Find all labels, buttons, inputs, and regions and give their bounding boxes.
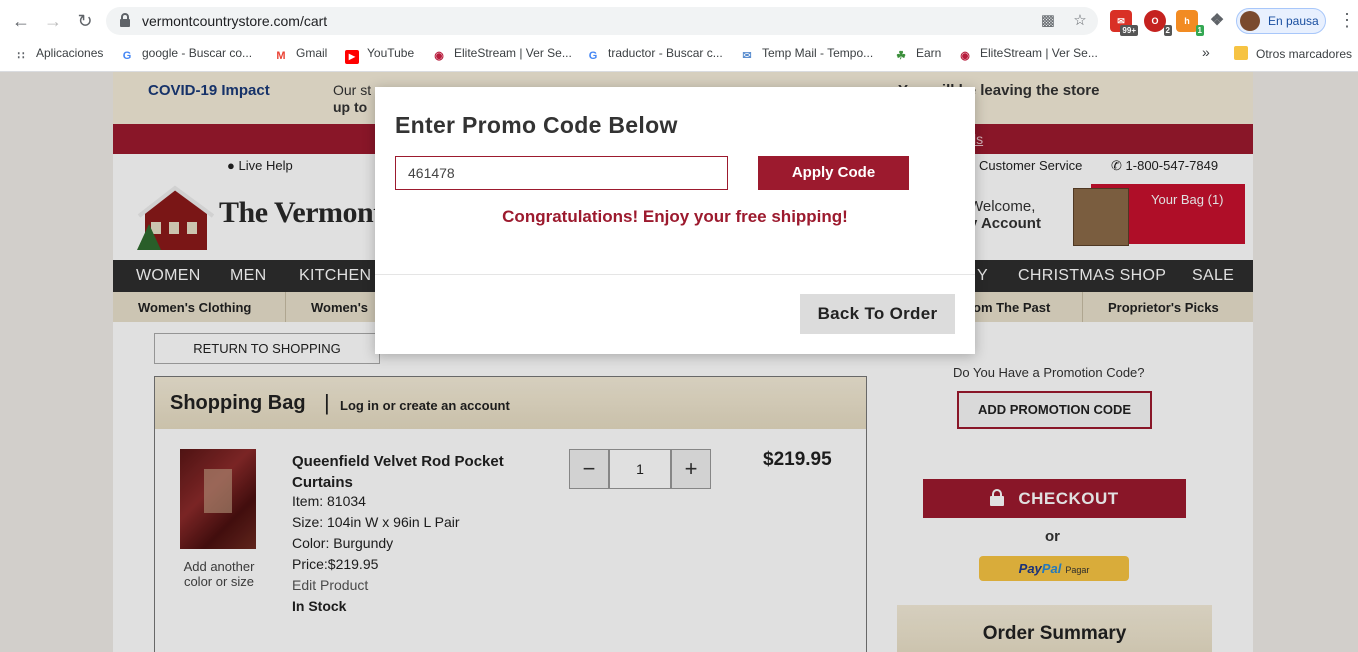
forward-arrow-icon[interactable]: → <box>42 10 64 32</box>
browser-toolbar: ← → ↻ vermontcountrystore.com/cart ▩ ☆ ✉… <box>0 0 1358 40</box>
promo-code-modal: Enter Promo Code Below Apply Code Congra… <box>375 87 975 354</box>
translate-icon[interactable]: ▩ <box>1038 11 1058 31</box>
reload-icon[interactable]: ↻ <box>74 10 96 32</box>
more-bookmarks-chevron-icon[interactable]: » <box>1202 44 1210 62</box>
profile-button[interactable]: En pausa <box>1236 8 1326 34</box>
promo-success-message: Congratulations! Enjoy your free shippin… <box>502 207 848 226</box>
bookmark-apps[interactable]: ∷ Aplicaciones <box>14 46 104 64</box>
avatar <box>1240 11 1260 31</box>
menu-kebab-icon[interactable]: ⋮ <box>1338 10 1356 31</box>
profile-status: En pausa <box>1268 14 1319 28</box>
modal-title: Enter Promo Code Below <box>395 112 678 138</box>
bookmark-traductor[interactable]: Gtraductor - Buscar c... <box>586 46 723 64</box>
apps-grid-icon: ∷ <box>17 50 25 62</box>
lock-icon <box>120 13 130 27</box>
extensions-puzzle-icon[interactable]: ❖ <box>1206 10 1228 32</box>
google-icon: G <box>122 50 132 62</box>
youtube-icon: ▶ <box>345 50 359 64</box>
url-text: vermontcountrystore.com/cart <box>142 13 328 29</box>
modal-divider <box>375 274 975 275</box>
bookmark-earn[interactable]: ☘ Earn <box>894 46 941 64</box>
promo-code-input[interactable] <box>395 156 728 190</box>
other-bookmarks[interactable]: Otros marcadores <box>1234 46 1352 64</box>
extension-mail-icon[interactable]: ✉ 99+ <box>1110 10 1138 36</box>
bookmarks-bar: ∷ Aplicaciones Ggoogle - Buscar co... M Gm… <box>0 40 1358 72</box>
address-bar[interactable]: vermontcountrystore.com/cart ▩ ☆ <box>106 7 1098 35</box>
google-icon: G <box>588 50 598 62</box>
extension-honey-icon[interactable]: h1 <box>1176 10 1204 36</box>
mail-icon: ✉ <box>742 50 752 62</box>
star-icon[interactable]: ☆ <box>1070 11 1090 31</box>
bookmark-google[interactable]: Ggoogle - Buscar co... <box>120 46 252 64</box>
bookmark-youtube[interactable]: ▶ YouTube <box>345 46 414 64</box>
elitestream-icon: ◉ <box>960 50 970 62</box>
bookmark-tempmail[interactable]: ✉ Temp Mail - Tempo... <box>740 46 873 64</box>
folder-icon <box>1234 46 1248 60</box>
gmail-icon: M <box>276 50 286 62</box>
back-arrow-icon[interactable]: ← <box>10 10 32 32</box>
elitestream-icon: ◉ <box>434 50 444 62</box>
extension-opera-icon[interactable]: O2 <box>1144 10 1172 36</box>
bookmark-elitestream[interactable]: ◉ EliteStream | Ver Se... <box>432 46 572 64</box>
bookmark-elitestream-2[interactable]: ◉ EliteStream | Ver Se... <box>958 46 1098 64</box>
bookmark-gmail[interactable]: M Gmail <box>274 46 327 64</box>
back-to-order-button[interactable]: Back To Order <box>800 294 955 334</box>
earn-icon: ☘ <box>896 50 906 62</box>
apply-code-button[interactable]: Apply Code <box>758 156 909 190</box>
